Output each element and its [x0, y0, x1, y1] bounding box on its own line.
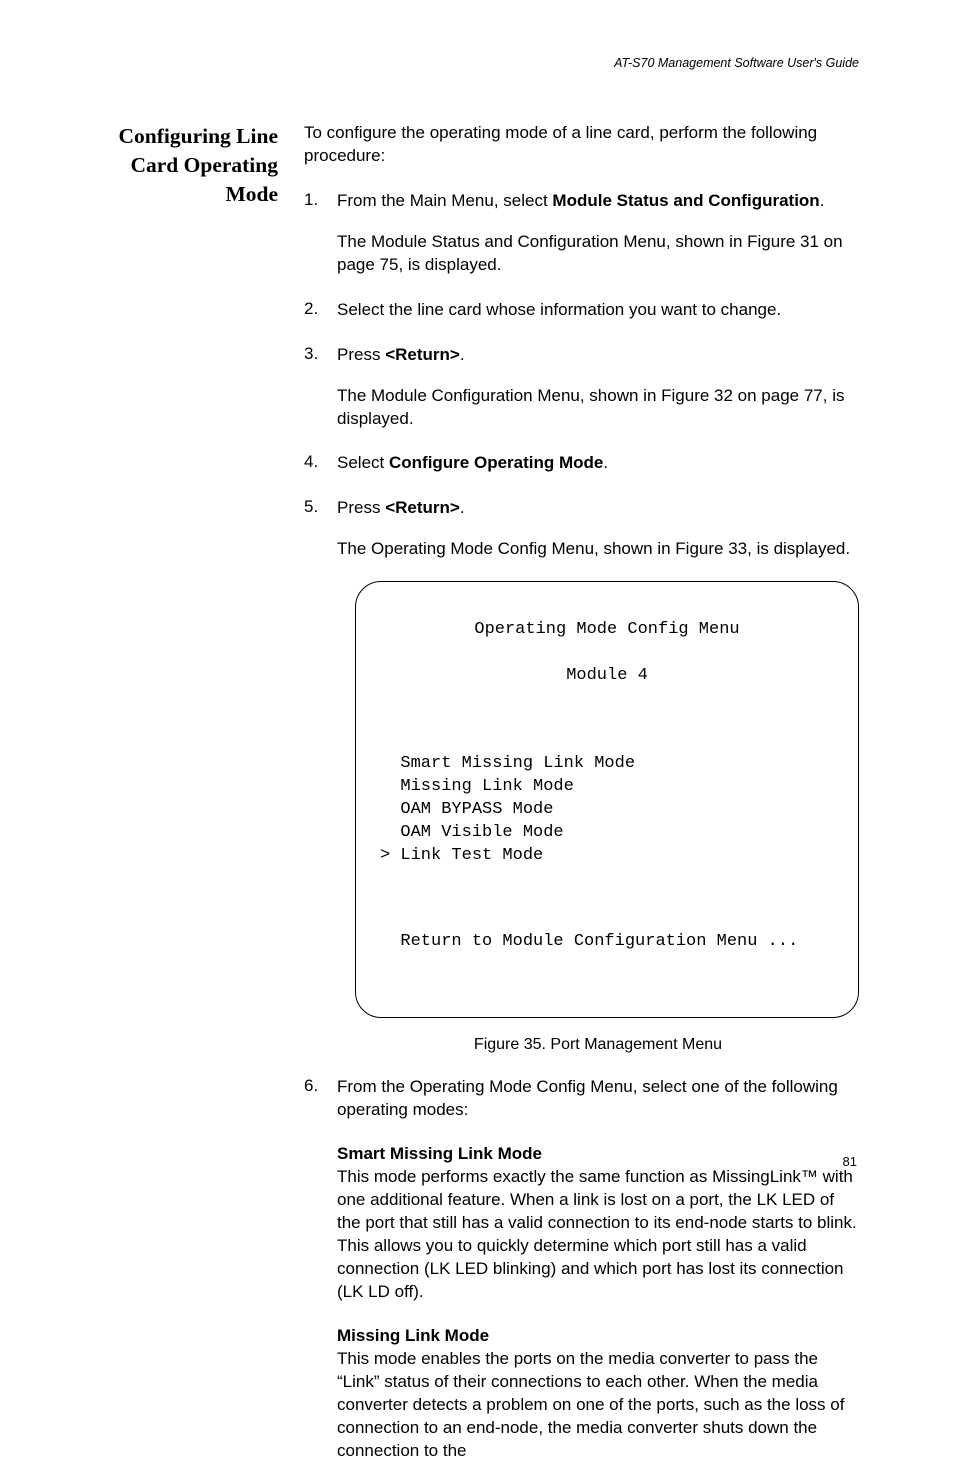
running-header: AT-S70 Management Software User's Guide — [118, 56, 859, 70]
mode-title: Missing Link Mode — [337, 1326, 859, 1346]
step-text: Press — [337, 498, 385, 517]
step-2: Select the line card whose information y… — [304, 299, 859, 322]
figure-caption: Figure 35. Port Management Menu — [337, 1036, 859, 1054]
procedure-list: From the Main Menu, select Module Status… — [304, 190, 859, 1463]
mode-title: Smart Missing Link Mode — [337, 1144, 859, 1164]
mode-description: This mode enables the ports on the media… — [337, 1348, 859, 1463]
mode-description: This mode performs exactly the same func… — [337, 1166, 859, 1304]
step-followup: The Module Status and Configuration Menu… — [337, 231, 859, 277]
step-bold: Configure Operating Mode — [389, 453, 603, 472]
intro-paragraph: To configure the operating mode of a lin… — [304, 122, 859, 168]
step-text: From the Operating Mode Config Menu, sel… — [337, 1076, 859, 1122]
menu-title-line-1: Operating Mode Config Menu — [380, 619, 834, 642]
mode-smart-missing-link: Smart Missing Link Mode This mode perfor… — [337, 1144, 859, 1304]
menu-item-oam-visible: OAM Visible Mode — [380, 822, 834, 845]
step-bold: Module Status and Configuration — [552, 191, 819, 210]
step-text: . — [460, 498, 465, 517]
step-4: Select Configure Operating Mode. — [304, 452, 859, 475]
step-text: . — [460, 345, 465, 364]
step-followup: The Module Configuration Menu, shown in … — [337, 385, 859, 431]
menu-item-missing-link: Missing Link Mode — [380, 776, 834, 799]
page-number: 81 — [843, 1154, 857, 1169]
step-text: . — [820, 191, 825, 210]
menu-return-option: Return to Module Configuration Menu ... — [380, 931, 834, 954]
step-text: Select the line card whose information y… — [337, 299, 859, 322]
step-1: From the Main Menu, select Module Status… — [304, 190, 859, 277]
step-5: Press <Return>. The Operating Mode Confi… — [304, 497, 859, 1054]
step-bold: <Return> — [385, 345, 460, 364]
main-content: To configure the operating mode of a lin… — [304, 122, 859, 1463]
page-body: Configuring Line Card OperatingMode To c… — [118, 122, 859, 1463]
menu-item-oam-bypass: OAM BYPASS Mode — [380, 799, 834, 822]
step-6: From the Operating Mode Config Menu, sel… — [304, 1076, 859, 1462]
terminal-menu: Operating Mode Config Menu Module 4 Smar… — [355, 581, 859, 1018]
step-followup: The Operating Mode Config Menu, shown in… — [337, 538, 859, 561]
menu-item-smart-missing-link: Smart Missing Link Mode — [380, 753, 834, 776]
step-text: From the Main Menu, select — [337, 191, 552, 210]
menu-item-link-test-selected: > Link Test Mode — [380, 845, 834, 868]
mode-missing-link: Missing Link Mode This mode enables the … — [337, 1326, 859, 1463]
menu-title-line-2: Module 4 — [380, 665, 834, 688]
step-3: Press <Return>. The Module Configuration… — [304, 344, 859, 431]
step-text: Press — [337, 345, 385, 364]
section-heading: Configuring Line Card OperatingMode — [118, 122, 278, 1463]
step-text: Select — [337, 453, 389, 472]
step-text: . — [603, 453, 608, 472]
step-bold: <Return> — [385, 498, 460, 517]
